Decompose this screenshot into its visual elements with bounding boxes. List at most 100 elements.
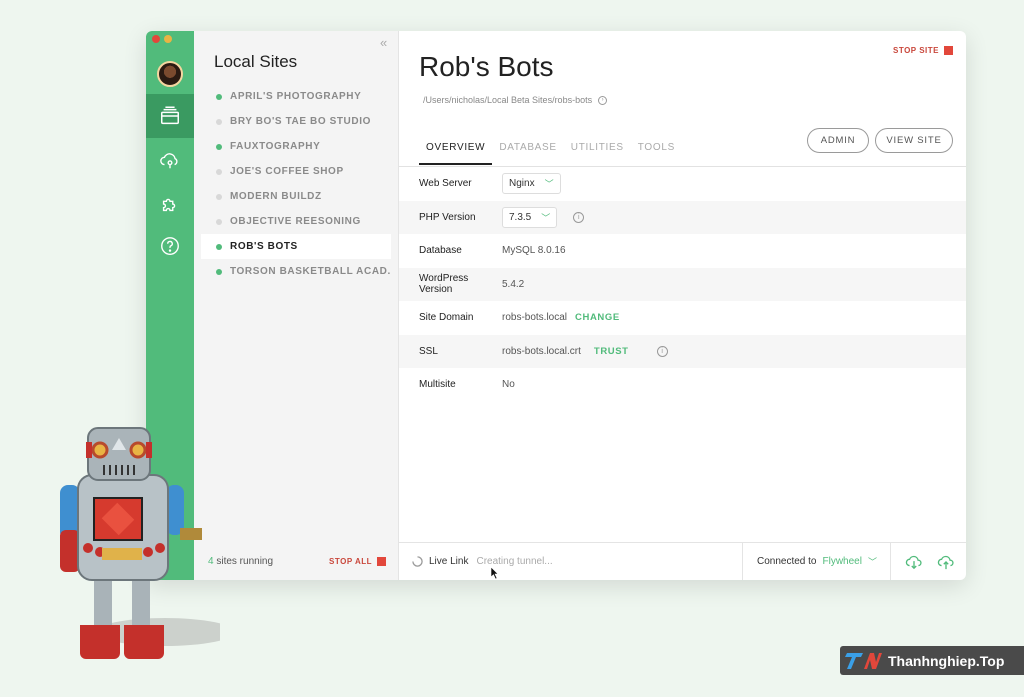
site-detail: STOP SITE Rob's Bots /Users/nicholas/Loc… — [399, 31, 966, 580]
row-value: robs-bots.local — [502, 312, 568, 324]
tab-tools[interactable]: TOOLS — [631, 137, 682, 165]
tab-database[interactable]: DATABASE — [492, 137, 563, 165]
stopped-status-dot — [216, 118, 222, 125]
running-status-dot — [216, 93, 222, 100]
site-list-item[interactable]: ROB'S BOTS — [201, 234, 391, 259]
site-list-item[interactable]: JOE'S COFFEE SHOP — [201, 159, 391, 184]
site-list-item-label: BRY BO'S TAE BO STUDIO — [230, 116, 371, 127]
php-version-select[interactable]: 7.3.5 ﹀ — [502, 206, 558, 228]
web-server-select[interactable]: Nginx ﹀ — [502, 173, 561, 195]
reveal-folder-icon[interactable]: › — [598, 95, 608, 105]
site-list-item[interactable]: MODERN BUILDZ — [201, 184, 391, 209]
site-list-item[interactable]: OBJECTIVE REESONING — [201, 209, 391, 234]
sites-icon — [161, 106, 179, 125]
collapse-sidebar-icon[interactable]: « — [380, 35, 387, 50]
chevron-down-icon: ﹀ — [541, 212, 551, 223]
site-list-item[interactable]: FAUXTOGRAPHY — [201, 134, 391, 159]
stop-all-button[interactable]: STOP ALL — [329, 556, 386, 566]
row-label: Database — [419, 245, 462, 257]
stopped-status-dot — [216, 218, 222, 225]
info-icon[interactable]: i — [656, 345, 668, 357]
watermark-text: Thanhnghiep.Top — [888, 652, 1005, 669]
database-row: Database MySQL 8.0.16 — [399, 234, 966, 268]
admin-button[interactable]: ADMIN — [807, 128, 869, 153]
stop-icon — [944, 46, 953, 55]
select-value: Nginx — [509, 178, 535, 190]
row-label: SSL — [419, 345, 438, 357]
site-list-item[interactable]: BRY BO'S TAE BO STUDIO — [201, 109, 391, 134]
row-value: 5.4.2 — [502, 278, 525, 290]
sites-footer: 4 sites running STOP ALL — [194, 542, 398, 580]
live-link-button[interactable]: Live Link Creating tunnel... — [399, 543, 743, 580]
close-window-button[interactable] — [152, 35, 160, 43]
web-server-row: Web Server Nginx ﹀ — [399, 167, 966, 201]
row-label: WordPress Version — [419, 273, 469, 296]
app-window: Local Sites « APRIL'S PHOTOGRAPHY BRY BO'… — [146, 31, 966, 580]
tab-overview[interactable]: OVERVIEW — [419, 137, 493, 165]
puzzle-icon — [162, 198, 176, 212]
live-link-status: Creating tunnel... — [476, 556, 553, 567]
view-site-button[interactable]: VIEW SITE — [875, 128, 953, 153]
stopped-status-dot — [216, 193, 222, 200]
live-link-label: Live Link — [429, 556, 469, 567]
row-label: Web Server — [419, 178, 472, 190]
mouse-cursor-icon — [490, 567, 499, 579]
cloud-connect-icon — [160, 153, 178, 169]
running-status-dot — [216, 143, 222, 150]
robot-illustration — [60, 427, 220, 659]
site-list-item-label: TORSON BASKETBALL ACAD... — [230, 266, 391, 277]
window-controls — [152, 35, 172, 43]
row-label: Multisite — [419, 379, 456, 391]
info-icon[interactable]: i — [573, 211, 585, 223]
overview-table: Web Server Nginx ﹀ PHP Version 7.3.5 ﹀ i — [399, 167, 966, 402]
running-status-dot — [216, 268, 222, 275]
running-text: sites running — [216, 555, 274, 567]
wordpress-version-row: WordPress Version 5.4.2 — [399, 267, 966, 301]
multisite-row: Multisite No — [399, 368, 966, 402]
site-list-item-label: JOE'S COFFEE SHOP — [230, 166, 344, 177]
php-version-row: PHP Version 7.3.5 ﹀ i — [399, 200, 966, 234]
tab-bar: OVERVIEW DATABASE UTILITIES TOOLS — [419, 137, 682, 165]
stop-site-button[interactable]: STOP SITE — [893, 46, 953, 55]
help-icon — [161, 237, 179, 255]
stop-all-label: STOP ALL — [329, 556, 372, 566]
row-value: MySQL 8.0.16 — [502, 245, 566, 257]
connected-prefix: Connected to — [757, 556, 817, 567]
cloud-pull-icon[interactable] — [905, 554, 923, 570]
site-path: /Users/nicholas/Local Beta Sites/robs-bo… — [423, 95, 608, 105]
change-domain-button[interactable]: CHANGE — [575, 312, 620, 323]
trust-ssl-button[interactable]: TRUST — [594, 346, 629, 357]
sites-panel: Local Sites « APRIL'S PHOTOGRAPHY BRY BO'… — [194, 31, 399, 580]
site-list-item[interactable]: TORSON BASKETBALL ACAD... — [201, 259, 391, 284]
help-nav-button[interactable] — [146, 224, 194, 268]
site-list-item-label: APRIL'S PHOTOGRAPHY — [230, 91, 362, 102]
tab-utilities[interactable]: UTILITIES — [564, 137, 631, 165]
chevron-down-icon: ﹀ — [544, 179, 554, 190]
site-path-text: /Users/nicholas/Local Beta Sites/robs-bo… — [423, 95, 593, 105]
addons-nav-button[interactable] — [146, 182, 194, 226]
avatar[interactable] — [157, 61, 183, 87]
select-value: 7.3.5 — [509, 211, 532, 223]
status-bar: Live Link Creating tunnel... Connected t… — [399, 542, 966, 580]
connect-nav-button[interactable] — [146, 138, 194, 182]
spinner-icon — [412, 556, 423, 567]
running-status-dot — [216, 243, 222, 250]
minimize-window-button[interactable] — [164, 35, 172, 43]
row-value: robs-bots.local.crt — [502, 345, 581, 357]
cloud-actions — [891, 543, 955, 580]
stop-icon — [377, 556, 386, 566]
connection-dropdown[interactable]: Connected to Flywheel ﹀ — [743, 543, 891, 580]
stop-site-label: STOP SITE — [893, 46, 939, 55]
row-label: Site Domain — [419, 312, 474, 324]
watermark: Thanhnghiep.Top — [840, 646, 1024, 675]
row-value: No — [502, 379, 515, 391]
chevron-down-icon: ﹀ — [867, 557, 877, 567]
sites-nav-button[interactable] — [146, 94, 194, 138]
cloud-push-icon[interactable] — [937, 554, 955, 570]
site-list-item-label: ROB'S BOTS — [230, 241, 298, 252]
row-label: PHP Version — [419, 211, 476, 223]
site-list-item-label: OBJECTIVE REESONING — [230, 216, 361, 227]
page-title: Rob's Bots — [419, 51, 554, 82]
site-list-item[interactable]: APRIL'S PHOTOGRAPHY — [201, 84, 391, 109]
site-domain-row: Site Domain robs-bots.local CHANGE — [399, 301, 966, 335]
